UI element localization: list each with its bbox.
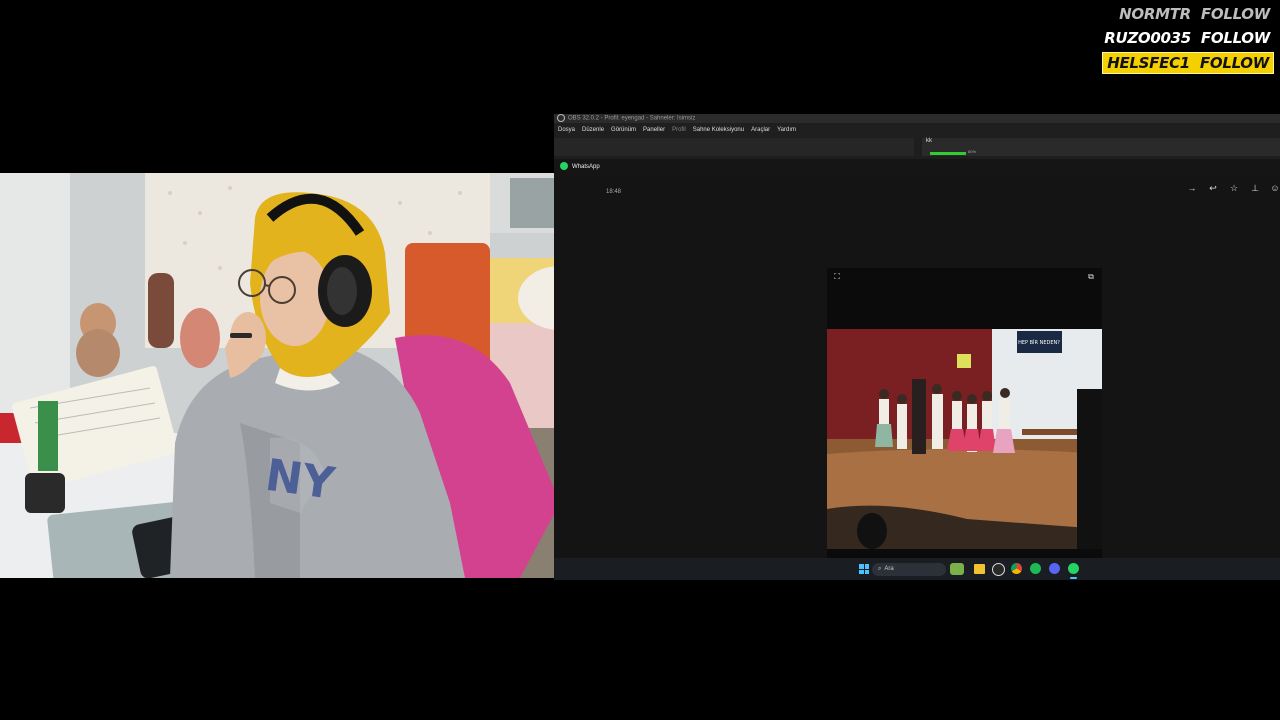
menu-duzenle[interactable]: Düzenle xyxy=(582,123,604,137)
follow-alerts: NORMTR FOLLOW RUZO0035 FOLLOW HELSFEC1 FOLL… xyxy=(1100,4,1274,74)
search-icon: ⌕ xyxy=(878,566,882,572)
menu-gorunum[interactable]: Görünüm xyxy=(611,123,636,137)
star-icon[interactable]: ☆ xyxy=(1228,182,1240,194)
audio-source-label: kk xyxy=(926,138,932,144)
whatsapp-title-bar: WhatsApp xyxy=(554,159,1280,176)
emoji-icon[interactable]: ☺ xyxy=(1269,182,1280,194)
menu-dosya[interactable]: Dosya xyxy=(558,123,575,137)
webcam-feed: NY xyxy=(0,173,605,578)
video-frame: HEP BİR NEDEN? xyxy=(827,329,1102,549)
obs-title-bar: OBS 32.0.2 - Profil: eyengad - Sahneler:… xyxy=(554,114,1280,123)
svg-text:NY: NY xyxy=(262,450,338,510)
obs-logo-icon xyxy=(557,114,565,122)
windows-taskbar: ⌕ Ara xyxy=(554,558,1280,580)
stage-scene: HEP BİR NEDEN? xyxy=(827,329,1102,549)
follow-label: FOLLOW xyxy=(1199,54,1269,72)
follower-name: HELSFEC1 xyxy=(1107,54,1190,72)
obs-audio-panel: kk 80% xyxy=(922,138,1280,156)
obs-menu-bar: Dosya Düzenle Görünüm Paneller Profil Sa… xyxy=(554,123,1280,137)
poster-text: HEP BİR NEDEN? xyxy=(1018,339,1060,346)
message-time: 18:48 xyxy=(606,189,622,195)
webcam-scene: NY xyxy=(0,173,605,578)
menu-araclar[interactable]: Araçlar xyxy=(751,123,770,137)
obs-taskbar-icon[interactable] xyxy=(992,563,1005,576)
search-placeholder: Ara xyxy=(884,566,894,572)
menu-sahne-koleksiyonu[interactable]: Sahne Koleksiyonu xyxy=(693,123,744,137)
follower-name: NORMTR xyxy=(1119,5,1191,23)
follow-label: FOLLOW xyxy=(1200,29,1270,47)
screen-capture: OBS 32.0.2 - Profil: eyengad - Sahneler:… xyxy=(554,114,1280,580)
chrome-icon[interactable] xyxy=(1011,563,1022,574)
menu-yardim[interactable]: Yardım xyxy=(777,123,796,137)
file-explorer-icon[interactable] xyxy=(974,564,985,574)
whatsapp-media-viewer: 18:48 → ↩ ☆ ⊥ ☺ ⛶ ⧉ HEP BİR NEDEN? xyxy=(554,176,1280,580)
obs-preview-panel xyxy=(554,138,914,156)
follow-alert: RUZO0035 FOLLOW xyxy=(1100,28,1274,48)
pin-icon[interactable]: ⊥ xyxy=(1249,182,1261,194)
obs-window-title: OBS 32.0.2 - Profil: eyengad - Sahneler:… xyxy=(568,115,696,122)
taskbar-active-indicator xyxy=(1070,577,1077,579)
video-player[interactable]: ⛶ ⧉ HEP BİR NEDEN? xyxy=(827,268,1102,580)
follow-alert: NORMTR FOLLOW xyxy=(1115,4,1274,24)
whatsapp-taskbar-icon[interactable] xyxy=(1068,563,1079,574)
whatsapp-icon xyxy=(560,162,568,171)
audio-level-label: 80% xyxy=(968,149,977,154)
menu-paneller[interactable]: Paneller xyxy=(643,123,665,137)
spotify-icon[interactable] xyxy=(1030,563,1041,574)
fullscreen-icon[interactable]: ⛶ xyxy=(831,271,843,283)
reply-icon[interactable]: ↩ xyxy=(1207,182,1219,194)
discord-icon[interactable] xyxy=(1049,563,1060,574)
taskbar-search[interactable]: ⌕ Ara xyxy=(872,563,946,576)
windows-start-icon[interactable] xyxy=(859,564,869,574)
whatsapp-app-name: WhatsApp xyxy=(572,164,600,170)
follow-alert-highlighted: HELSFEC1 FOLLOW xyxy=(1102,52,1274,74)
forward-icon[interactable]: → xyxy=(1186,182,1198,194)
popout-icon[interactable]: ⧉ xyxy=(1085,271,1097,283)
audio-meter xyxy=(930,152,966,155)
weather-widget-icon[interactable] xyxy=(950,563,964,575)
menu-profil[interactable]: Profil xyxy=(672,123,686,137)
follower-name: RUZO0035 xyxy=(1104,29,1191,47)
follow-label: FOLLOW xyxy=(1200,5,1270,23)
